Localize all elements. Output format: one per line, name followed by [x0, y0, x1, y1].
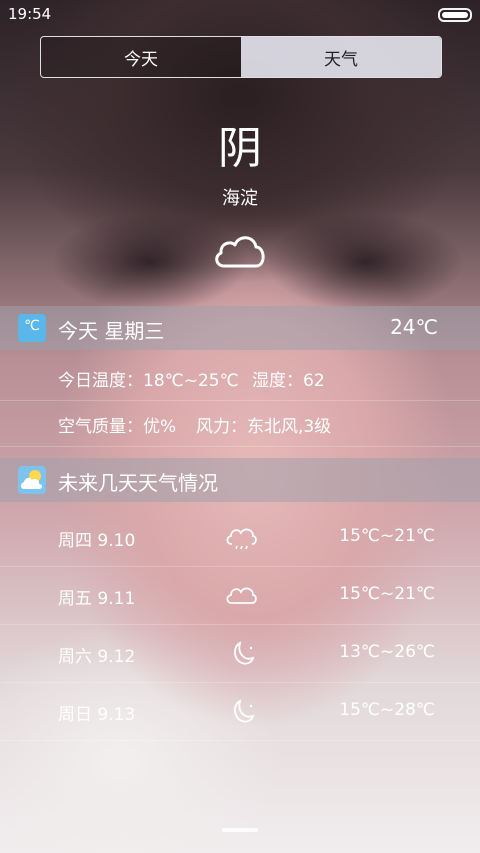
- forecast-title: 未来几天天气情况: [58, 471, 218, 495]
- cloud-rain-icon: [226, 528, 257, 550]
- district-name: 海淀: [222, 188, 258, 209]
- moon-icon: [234, 641, 255, 665]
- cloud-icon: [226, 587, 257, 604]
- thermometer-icon: ℃: [18, 314, 46, 342]
- forecast-day: 周四 9.10: [58, 531, 136, 551]
- forecast-day: 周五 9.11: [58, 589, 136, 609]
- humidity: 湿度：62: [252, 371, 325, 391]
- forecast-day: 周日 9.13: [58, 705, 136, 725]
- tab-today[interactable]: 今天: [41, 37, 241, 77]
- cloud-icon: [215, 236, 265, 268]
- wind: 风力：东北风,3级: [196, 417, 332, 437]
- status-bar: 19:54: [0, 0, 480, 28]
- temp-humidity-row: 今日温度：18℃~25℃ 湿度：62: [0, 354, 480, 401]
- weather-condition: 阴: [218, 123, 262, 174]
- forecast-temp: 15℃~28℃: [339, 700, 435, 720]
- tab-weather[interactable]: 天气: [241, 37, 441, 77]
- moon-icon: [234, 699, 255, 723]
- forecast-day: 周六 9.12: [58, 647, 136, 667]
- home-indicator[interactable]: [222, 828, 258, 832]
- today-header: ℃ 今天 星期三 24℃: [0, 306, 480, 350]
- battery-icon: [438, 8, 472, 22]
- air-wind-row: 空气质量：优% 风力：东北风,3级: [0, 400, 480, 447]
- today-title: 今天 星期三: [58, 319, 165, 343]
- temp-range: 今日温度：18℃~25℃: [58, 371, 239, 391]
- forecast-temp: 15℃~21℃: [339, 526, 435, 546]
- forecast-row: 周五 9.11 15℃~21℃: [0, 566, 480, 625]
- status-time: 19:54: [8, 5, 52, 23]
- forecast-row: 周六 9.12 13℃~26℃: [0, 624, 480, 683]
- forecast-row: 周日 9.13 15℃~28℃: [0, 682, 480, 741]
- forecast-row: 周四 9.10 15℃~21℃: [0, 508, 480, 567]
- today-temp: 24℃: [390, 315, 438, 339]
- air-quality: 空气质量：优%: [58, 417, 177, 437]
- cloud-sun-icon: [18, 466, 46, 494]
- forecast-header: 未来几天天气情况: [0, 458, 480, 502]
- forecast-temp: 15℃~21℃: [339, 584, 435, 604]
- forecast-temp: 13℃~26℃: [339, 642, 435, 662]
- tab-bar: 今天 天气: [40, 36, 442, 78]
